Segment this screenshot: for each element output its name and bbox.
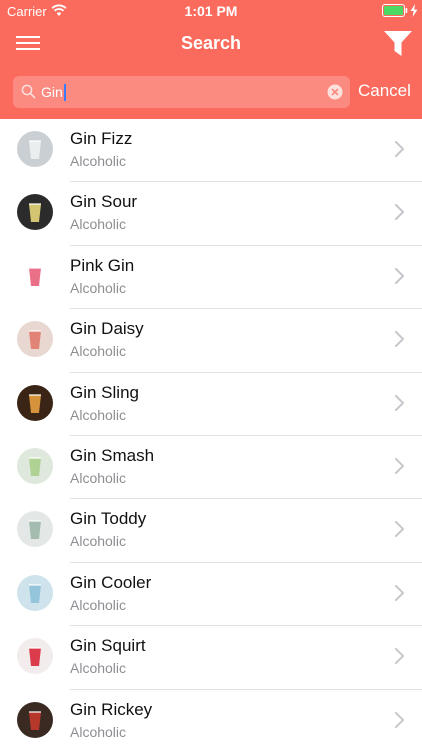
drink-name: Gin Daisy: [70, 319, 144, 339]
drink-category: Alcoholic: [70, 216, 127, 233]
drink-thumbnail: [17, 194, 53, 231]
drink-name: Gin Fizz: [70, 129, 133, 148]
list-item[interactable]: Gin Toddy Alcoholic: [0, 499, 422, 563]
drink-thumbnail: [17, 321, 53, 358]
chevron-right-icon: [395, 141, 404, 157]
drink-category: Alcoholic: [70, 723, 127, 740]
drink-category: Alcoholic: [70, 406, 127, 423]
navigation-bar: Search: [0, 22, 422, 66]
header-bar: Carrier 1:01 PM Search Gin Cancel: [0, 0, 422, 119]
search-input[interactable]: Gin: [41, 76, 66, 108]
list-item[interactable]: Gin Squirt Alcoholic: [0, 626, 422, 690]
list-item[interactable]: Gin Rickey Alcoholic: [0, 690, 422, 750]
drink-category: Alcoholic: [70, 596, 127, 613]
drink-category: Alcoholic: [70, 279, 127, 296]
charging-bolt-icon: [410, 4, 418, 17]
drink-thumbnail: [17, 384, 53, 421]
drink-thumbnail: [17, 701, 53, 738]
search-icon: [21, 84, 36, 99]
drink-thumbnail: [17, 257, 53, 294]
clear-text-icon[interactable]: [327, 84, 343, 100]
cancel-button[interactable]: Cancel: [358, 81, 411, 101]
chevron-right-icon: [395, 331, 404, 348]
drink-name: Pink Gin: [70, 255, 135, 275]
chevron-right-icon: [395, 204, 404, 221]
drink-category: Alcoholic: [70, 153, 127, 169]
drink-thumbnail: [17, 131, 53, 167]
drink-category: Alcoholic: [70, 533, 127, 550]
filter-funnel-icon[interactable]: [383, 30, 413, 58]
chevron-right-icon: [395, 584, 404, 601]
chevron-right-icon: [395, 267, 404, 284]
list-item[interactable]: Gin Fizz Alcoholic: [0, 119, 422, 183]
drink-thumbnail: [17, 638, 53, 675]
list-item[interactable]: Gin Sour Alcoholic: [0, 182, 422, 246]
list-item[interactable]: Gin Cooler Alcoholic: [0, 563, 422, 627]
list-item[interactable]: Gin Sling Alcoholic: [0, 373, 422, 436]
drink-name: Gin Smash: [70, 445, 155, 465]
drink-category: Alcoholic: [70, 469, 127, 486]
list-item[interactable]: Pink Gin Alcoholic: [0, 246, 422, 310]
search-input-text: Gin: [41, 84, 63, 100]
status-bar: Carrier 1:01 PM: [0, 0, 422, 22]
chevron-right-icon: [395, 394, 404, 411]
results-list: Gin Fizz Alcoholic Gin Sour Alcoholic Pink G…: [0, 119, 422, 750]
page-title: Search: [180, 33, 242, 53]
drink-name: Gin Cooler: [70, 572, 152, 592]
chevron-right-icon: [395, 457, 404, 474]
drink-name: Gin Squirt: [70, 636, 146, 656]
drink-thumbnail: [17, 511, 53, 548]
drink-category: Alcoholic: [70, 660, 127, 677]
drink-thumbnail: [17, 574, 53, 611]
drink-name: Gin Sling: [70, 382, 139, 402]
list-item[interactable]: Gin Daisy Alcoholic: [0, 309, 422, 373]
chevron-right-icon: [395, 521, 404, 538]
clock-label: 1:01 PM: [184, 3, 238, 19]
text-caret: [63, 83, 66, 101]
chevron-right-icon: [395, 648, 404, 665]
drink-name: Gin Sour: [70, 192, 138, 212]
list-item[interactable]: Gin Smash Alcoholic: [0, 436, 422, 500]
drink-name: Gin Rickey: [70, 699, 153, 719]
search-field[interactable]: Gin: [13, 76, 350, 108]
drink-name: Gin Toddy: [70, 509, 147, 529]
battery-icon: [382, 4, 408, 17]
chevron-right-icon: [395, 711, 404, 728]
drink-thumbnail: [17, 447, 53, 484]
drink-category: Alcoholic: [70, 343, 127, 360]
